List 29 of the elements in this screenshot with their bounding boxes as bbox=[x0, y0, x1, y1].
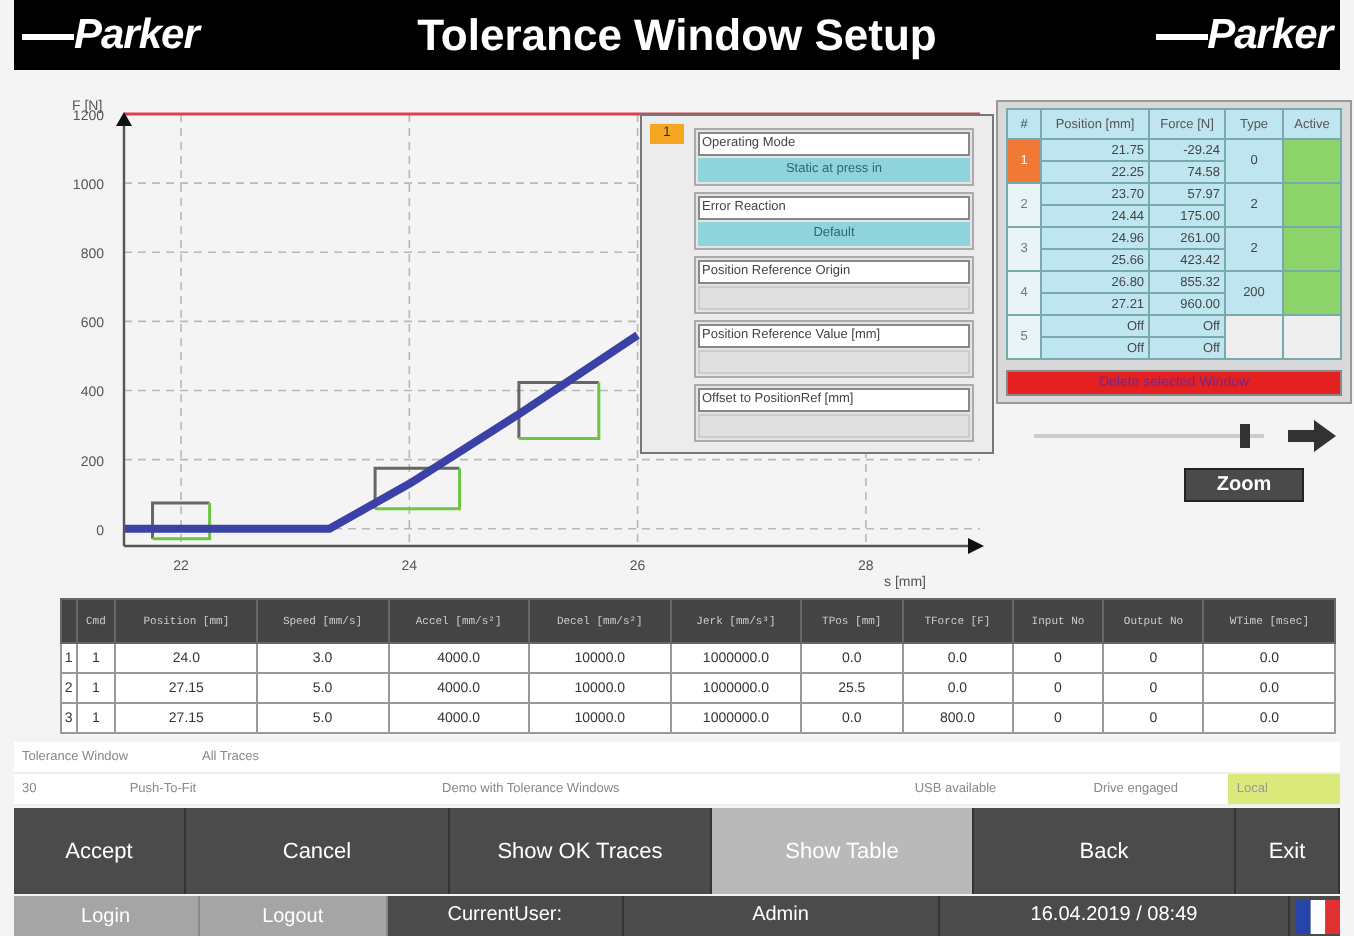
slider-thumb[interactable] bbox=[1240, 424, 1251, 448]
parker-logo: Parker bbox=[1155, 11, 1332, 59]
toolbar-button[interactable]: Exit bbox=[1236, 808, 1340, 894]
active-cell[interactable] bbox=[1283, 271, 1341, 315]
footer-text: Admin bbox=[623, 896, 940, 936]
parker-logo: Parker bbox=[22, 11, 199, 59]
toolbar-button[interactable]: Accept bbox=[14, 808, 186, 894]
tolerance-window bbox=[151, 501, 212, 541]
active-cell[interactable] bbox=[1283, 315, 1341, 359]
value-field[interactable] bbox=[698, 286, 970, 310]
active-cell[interactable] bbox=[1283, 139, 1341, 183]
toolbar-button[interactable]: Back bbox=[974, 808, 1236, 894]
tolerance-window bbox=[373, 466, 462, 511]
active-cell[interactable] bbox=[1283, 183, 1341, 227]
footer-text: CurrentUser: bbox=[388, 896, 624, 936]
footer-button[interactable]: Logout bbox=[199, 896, 389, 936]
table-cell bbox=[1225, 315, 1283, 359]
toolbar-button[interactable]: Show OK Traces bbox=[450, 808, 712, 894]
arrow-right-icon[interactable] bbox=[1287, 420, 1335, 452]
window-title: Tolerance Window Setup bbox=[417, 9, 937, 61]
toolbar-button[interactable]: Cancel bbox=[186, 808, 450, 894]
tolerance-window bbox=[517, 380, 601, 440]
zoom-button[interactable]: Zoom bbox=[1184, 468, 1304, 502]
footer-text: 16.04.2019 / 08:49 bbox=[939, 896, 1291, 936]
flag-icon[interactable] bbox=[1296, 899, 1341, 933]
footer-button[interactable]: Login bbox=[14, 896, 200, 936]
value-field[interactable] bbox=[698, 414, 970, 438]
value-field[interactable] bbox=[698, 350, 970, 374]
active-cell[interactable] bbox=[1283, 227, 1341, 271]
